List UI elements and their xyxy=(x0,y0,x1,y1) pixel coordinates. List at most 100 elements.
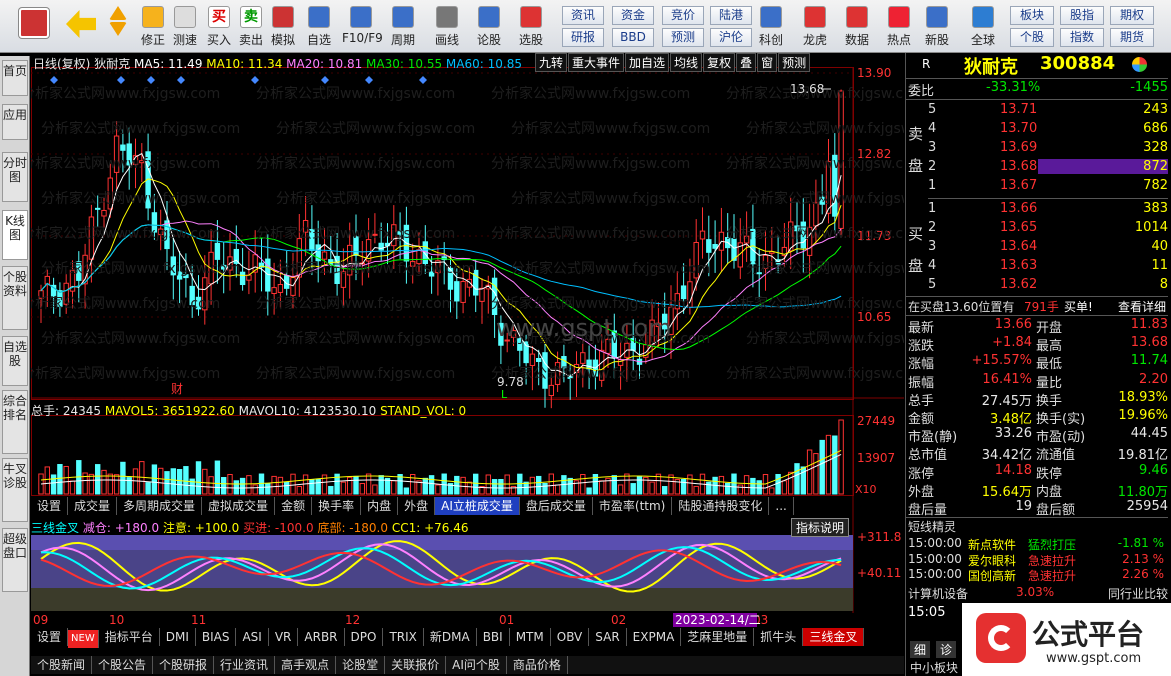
news-tab[interactable]: AI问个股 xyxy=(446,656,507,674)
toolbar-button-13[interactable]: 龙虎 xyxy=(796,4,834,50)
indicator-tab[interactable]: 陆股通持股变化 xyxy=(672,497,770,515)
quote-settings-icon[interactable] xyxy=(1132,57,1147,72)
toolbar-small-button[interactable]: 期权 xyxy=(1110,6,1154,25)
detail-tab[interactable]: 细 xyxy=(910,641,931,658)
up-arrow-icon[interactable] xyxy=(106,4,130,50)
toolbar-button-10[interactable]: 论股 xyxy=(470,4,508,50)
toolbar-small-button[interactable]: BBD xyxy=(612,28,654,47)
chart-tool-button[interactable]: 加自选 xyxy=(625,53,670,72)
left-tab-9[interactable]: 超级盘口 xyxy=(2,528,28,592)
down-arrow-icon[interactable] xyxy=(109,22,127,36)
bottom-indicator-tab[interactable]: TRIX xyxy=(383,628,424,646)
indicator-tab[interactable]: 金额 xyxy=(275,497,313,515)
news-tab[interactable]: 个股研报 xyxy=(153,656,215,674)
chart-tool-button[interactable]: 窗 xyxy=(757,53,778,72)
back-arrow-icon[interactable] xyxy=(64,8,98,54)
indicator-tab[interactable]: 外盘 xyxy=(398,497,436,515)
industry-row[interactable]: 计算机设备 3.03% 同行业比较 xyxy=(906,585,1168,603)
bottom-indicator-tab[interactable]: BBI xyxy=(477,628,510,646)
indicator-tab[interactable]: 设置 xyxy=(31,497,69,515)
news-tab[interactable]: 高手观点 xyxy=(275,656,337,674)
toolbar-button-2[interactable]: 测速 xyxy=(166,4,204,50)
toolbar-button-6[interactable]: 自选 xyxy=(300,4,338,50)
bottom-indicator-tab[interactable]: OBV xyxy=(551,628,590,646)
toolbar-button-16[interactable]: 新股 xyxy=(918,4,956,50)
news-tab[interactable]: 个股公告 xyxy=(92,656,154,674)
toolbar-small-button[interactable]: 板块 xyxy=(1010,6,1054,25)
indicator-tab[interactable]: 多周期成交量 xyxy=(117,497,203,515)
indicator-tab[interactable]: 换手率 xyxy=(312,497,362,515)
short-line-item[interactable]: 15:00:00 国创高新 急速拉升 2.26 % xyxy=(906,567,1168,585)
diagnose-tab[interactable]: 诊 xyxy=(936,641,957,658)
toolbar-button-15[interactable]: 热点 xyxy=(880,4,918,50)
bottom-indicator-tab[interactable]: VR xyxy=(269,628,299,646)
bottom-indicator-tab[interactable]: MTM xyxy=(510,628,551,646)
left-tab-7[interactable]: 综合排名 xyxy=(2,390,28,454)
chart-tool-button[interactable]: 复权 xyxy=(703,53,736,72)
toolbar-small-button[interactable]: 股指 xyxy=(1060,6,1104,25)
toolbar-button-8[interactable]: 周期 xyxy=(384,4,422,50)
indicator-tab[interactable]: 市盈率(ttm) xyxy=(593,497,673,515)
toolbar-button-17[interactable]: 全球 xyxy=(964,4,1002,50)
kline-chart-svg[interactable]: 13.9012.8211.7310.65分析家公式网www.fxjgsw.com… xyxy=(21,53,945,653)
industry-compare[interactable]: 同行业比较 xyxy=(1108,585,1168,602)
chart-tool-button[interactable]: 叠 xyxy=(736,53,757,72)
indicator-tab[interactable]: 盘后成交量 xyxy=(520,497,593,515)
bottom-indicator-tab[interactable]: DPO xyxy=(345,628,384,646)
bottom-indicator-tab[interactable]: 设置 xyxy=(31,628,69,646)
left-tab-4[interactable]: K线图 xyxy=(2,210,28,260)
toolbar-button-5[interactable]: 模拟 xyxy=(264,4,302,50)
news-tab[interactable]: 论股堂 xyxy=(336,656,386,674)
toolbar-button-12[interactable]: 科创 xyxy=(752,4,790,50)
bottom-indicator-tab[interactable]: 三线金叉 xyxy=(803,628,865,646)
left-tab-1[interactable]: 首页 xyxy=(2,60,28,96)
bottom-indicator-tab[interactable]: 新DMA xyxy=(424,628,477,646)
toolbar-button-14[interactable]: 数据 xyxy=(838,4,876,50)
left-tab-3[interactable]: 分时图 xyxy=(2,152,28,202)
toolbar-small-button[interactable]: 陆港 xyxy=(710,6,752,25)
left-tab-5[interactable]: 个股资料 xyxy=(2,266,28,330)
bottom-indicator-tab[interactable]: 指标平台 xyxy=(99,628,160,646)
bottom-indicator-tab[interactable]: 芝麻里地量 xyxy=(681,628,755,646)
bottom-indicator-tab[interactable]: DMI xyxy=(160,628,196,646)
toolbar-small-button[interactable]: 资讯 xyxy=(562,6,604,25)
bottom-indicator-tab[interactable]: EXPMA xyxy=(627,628,682,646)
bottom-indicator-tab[interactable]: SAR xyxy=(589,628,627,646)
order-tip-row[interactable]: 在买盘13.60位置有 791手 买单! 查看详细 xyxy=(906,298,1168,316)
toolbar-small-button[interactable]: 预测 xyxy=(662,28,704,47)
indicator-tab[interactable]: ... xyxy=(769,497,794,515)
toolbar-small-button[interactable]: 沪伦 xyxy=(710,28,752,47)
toolbar-button-11[interactable]: 选股 xyxy=(512,4,550,50)
chart-tool-button[interactable]: 预测 xyxy=(778,53,811,72)
bottom-indicator-tab[interactable]: ARBR xyxy=(298,628,345,646)
bottom-indicator-tab[interactable]: 抓牛头 xyxy=(754,628,804,646)
left-tab-6[interactable]: 自选股 xyxy=(2,336,28,386)
toolbar-button-7[interactable]: F10/F9 xyxy=(342,4,383,50)
indicator-tab[interactable]: 内盘 xyxy=(361,497,399,515)
app-logo-icon[interactable] xyxy=(14,6,54,52)
bottom-indicator-tab[interactable]: ASI xyxy=(236,628,269,646)
news-tab[interactable]: 商品价格 xyxy=(507,656,568,674)
indicator-tab[interactable]: 成交量 xyxy=(68,497,118,515)
chart-tool-button[interactable]: 均线 xyxy=(670,53,703,72)
news-tab[interactable]: 关联报价 xyxy=(385,656,447,674)
toolbar-small-button[interactable]: 指数 xyxy=(1060,28,1104,47)
indicator-tab[interactable]: 虚拟成交量 xyxy=(202,497,276,515)
indicator-tab[interactable]: AI立桩成交量 xyxy=(435,497,520,515)
bottom-indicator-tab[interactable]: NEW xyxy=(68,630,99,648)
left-tab-2[interactable]: 应用 xyxy=(2,104,28,140)
toolbar-small-button[interactable]: 资金 xyxy=(612,6,654,25)
toolbar-small-button[interactable]: 期货 xyxy=(1110,28,1154,47)
toolbar-small-button[interactable]: 研报 xyxy=(562,28,604,47)
bottom-indicator-tab[interactable]: BIAS xyxy=(196,628,237,646)
order-tip-detail-link[interactable]: 查看详细 xyxy=(1118,298,1166,315)
news-tab[interactable]: 个股新闻 xyxy=(31,656,93,674)
left-tab-8[interactable]: 牛叉诊股 xyxy=(2,458,28,522)
toolbar-small-button[interactable]: 竞价 xyxy=(662,6,704,25)
toolbar-button-9[interactable]: 画线 xyxy=(428,4,466,50)
kline-chart-panel[interactable]: 13.90 12.82 11.73 10.65 分析家公式网www.fxjgsw.com… xyxy=(21,53,945,653)
chart-tool-button[interactable]: 九转 xyxy=(535,53,568,72)
toolbar-small-button[interactable]: 个股 xyxy=(1010,28,1054,47)
chart-tool-button[interactable]: 重大事件 xyxy=(568,53,625,72)
news-tab[interactable]: 行业资讯 xyxy=(214,656,276,674)
